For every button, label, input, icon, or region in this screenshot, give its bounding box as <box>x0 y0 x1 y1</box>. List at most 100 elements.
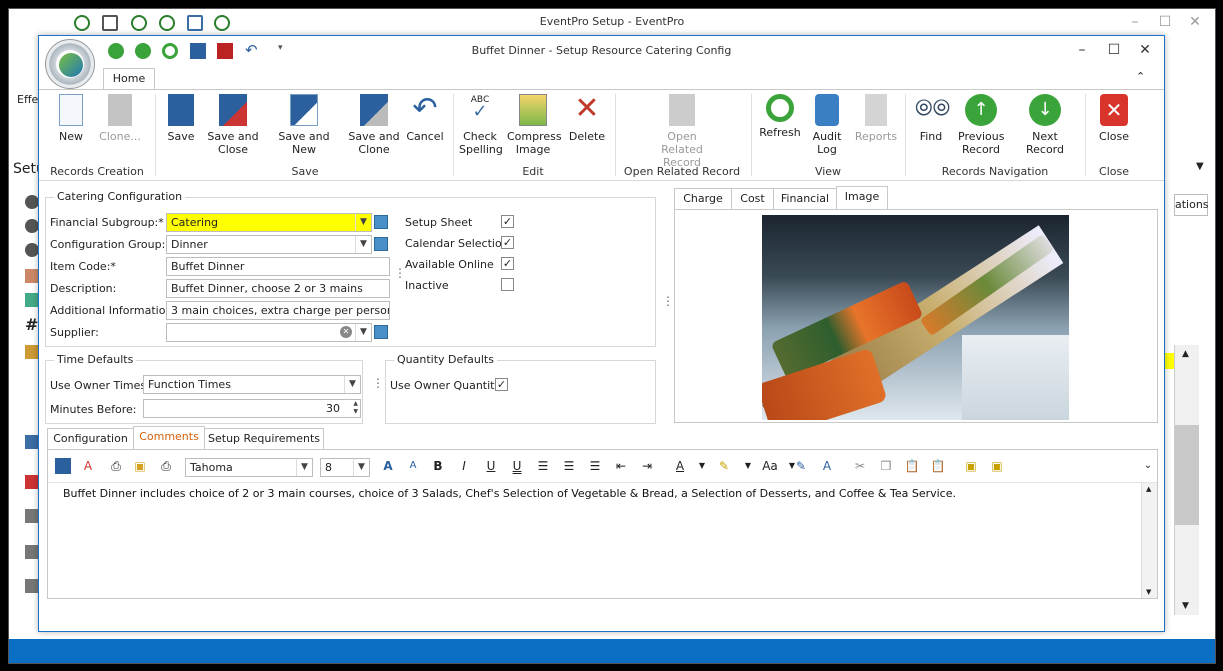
bg-tab[interactable]: ations <box>1174 194 1209 216</box>
scroll-up-icon[interactable]: ▲ <box>1146 485 1151 493</box>
close-button[interactable]: ✕ Close <box>1095 94 1133 143</box>
underline-icon[interactable]: U <box>483 458 499 474</box>
tab-financial[interactable]: Financial <box>773 188 837 210</box>
close-icon[interactable]: ✕ <box>1135 42 1155 58</box>
grow-font-icon[interactable]: A <box>380 458 396 474</box>
chevron-down-icon[interactable]: ⌄ <box>1140 458 1156 474</box>
configuration-group-field[interactable]: Dinner ▼ <box>166 235 372 254</box>
save-and-close-button[interactable]: Save and Close <box>207 94 259 156</box>
bold-icon[interactable]: B <box>430 458 446 474</box>
clone-button[interactable]: Clone... <box>96 94 144 143</box>
scroll-down-icon[interactable]: ▼ <box>1146 588 1151 596</box>
styles-icon[interactable]: ✎ <box>793 458 809 474</box>
reports-button[interactable]: Reports <box>853 94 899 143</box>
merge-field-icon[interactable]: ▣ <box>989 458 1005 474</box>
chevron-down-icon[interactable]: ▼ <box>694 458 710 474</box>
home-icon[interactable] <box>25 435 39 449</box>
tab-configuration[interactable]: Configuration <box>47 428 134 450</box>
numbering-icon[interactable]: ☰ <box>561 458 577 474</box>
close-icon[interactable]: ✕ <box>1185 14 1205 30</box>
paste-special-icon[interactable]: 📋 <box>930 458 946 474</box>
additional-information-field[interactable]: 3 main choices, extra charge per person <box>166 301 390 320</box>
save-and-clone-button[interactable]: Save and Clone <box>347 94 401 156</box>
compress-image-button[interactable]: Compress Image <box>507 94 562 156</box>
font-size-select[interactable]: 8 ▼ <box>320 458 370 477</box>
italic-icon[interactable]: I <box>456 458 472 474</box>
open-folder-icon[interactable]: ▣ <box>132 458 148 474</box>
spin-icon[interactable]: ▲ ▼ <box>353 400 358 416</box>
chevron-down-icon[interactable]: ▼ <box>740 458 756 474</box>
setup-sheet-checkbox[interactable]: ✓ <box>501 215 514 228</box>
maximize-icon[interactable]: ☐ <box>1155 14 1175 30</box>
inactive-checkbox[interactable] <box>501 278 514 291</box>
clear-format-icon[interactable]: A <box>819 458 835 474</box>
chevron-down-icon[interactable]: ▼ <box>355 214 371 231</box>
open-related-record-button[interactable]: Open Related Record <box>643 94 721 169</box>
description-field[interactable]: Buffet Dinner, choose 2 or 3 mains <box>166 279 390 298</box>
save-icon[interactable] <box>55 458 71 474</box>
scroll-down-icon[interactable]: ▼ <box>1182 601 1189 611</box>
new-button[interactable]: New <box>55 94 87 143</box>
maximize-icon[interactable]: ☐ <box>1104 42 1124 58</box>
item-code-field[interactable]: Buffet Dinner <box>166 257 390 276</box>
financial-subgroup-field[interactable]: Catering ▼ <box>166 213 372 232</box>
shrink-font-icon[interactable]: A <box>405 458 421 474</box>
copy-icon[interactable]: ❐ <box>878 458 894 474</box>
highlight-icon[interactable]: ✎ <box>716 458 732 474</box>
decrease-indent-icon[interactable]: ⇤ <box>613 458 629 474</box>
scroll-thumb[interactable] <box>1175 425 1199 525</box>
hash-icon[interactable]: # <box>25 315 38 334</box>
use-owner-quantity-checkbox[interactable]: ✓ <box>495 378 508 391</box>
splitter-grip[interactable]: ⋮ <box>662 294 674 308</box>
editor-scrollbar[interactable]: ▲ ▼ <box>1141 483 1157 598</box>
printer-icon[interactable] <box>25 545 39 559</box>
pin-icon[interactable] <box>25 475 39 489</box>
tab-comments[interactable]: Comments <box>133 426 205 450</box>
chevron-down-icon[interactable]: ▼ <box>355 324 371 341</box>
multilevel-list-icon[interactable]: ☰ <box>587 458 603 474</box>
print-icon[interactable]: ⎙ <box>158 458 174 474</box>
use-owner-times-field[interactable]: Function Times ▼ <box>143 375 361 394</box>
chevron-down-icon[interactable]: ▼ <box>296 459 312 476</box>
refresh-button[interactable]: Refresh <box>759 94 801 139</box>
delete-button[interactable]: ✕ Delete <box>567 94 607 144</box>
tab-cost[interactable]: Cost <box>731 188 774 210</box>
next-record-button[interactable]: ↓ Next Record <box>1013 94 1077 156</box>
scroll-up-icon[interactable]: ▲ <box>1182 349 1189 359</box>
increase-indent-icon[interactable]: ⇥ <box>639 458 655 474</box>
gear-icon[interactable] <box>25 219 39 233</box>
comments-text[interactable]: Buffet Dinner includes choice of 2 or 3 … <box>63 487 956 500</box>
chevron-down-icon[interactable]: ▼ <box>355 236 371 253</box>
tab-charge[interactable]: Charge <box>674 188 732 210</box>
splitter-grip[interactable]: ⋮ <box>372 376 384 390</box>
font-family-select[interactable]: Tahoma ▼ <box>185 458 313 477</box>
lock-icon[interactable] <box>25 345 39 359</box>
panel-icon[interactable] <box>25 509 39 523</box>
calendar-selection-checkbox[interactable]: ✓ <box>501 236 514 249</box>
previous-record-button[interactable]: ↑ Previous Record <box>955 94 1007 156</box>
save-button[interactable]: Save <box>165 94 197 143</box>
tab-home[interactable]: Home <box>103 68 155 90</box>
collapse-ribbon-icon[interactable]: ⌃ <box>1136 70 1145 83</box>
bg-scrollbar[interactable]: ▲ ▼ <box>1174 345 1199 615</box>
money-icon[interactable] <box>25 293 39 307</box>
clear-icon[interactable]: ✕ <box>340 326 352 338</box>
user-icon[interactable] <box>25 269 39 283</box>
find-button[interactable]: ⦾⦾ Find <box>913 94 950 143</box>
available-online-checkbox[interactable]: ✓ <box>501 257 514 270</box>
print-preview-icon[interactable]: ⎙ <box>108 458 124 474</box>
save-and-new-button[interactable]: Save and New <box>267 94 341 156</box>
audit-log-button[interactable]: Audit Log <box>809 94 845 156</box>
tab-image[interactable]: Image <box>836 186 888 210</box>
supplier-field[interactable]: ✕ ▼ <box>166 323 372 342</box>
font-color-icon[interactable]: A <box>672 458 688 474</box>
chevron-down-icon[interactable]: ▼ <box>344 376 360 393</box>
check-spelling-button[interactable]: ABC ✓ Check Spelling <box>459 94 503 156</box>
bullets-icon[interactable]: ☰ <box>535 458 551 474</box>
lookup-icon[interactable] <box>374 325 388 339</box>
tab-setup-requirements[interactable]: Setup Requirements <box>204 428 324 450</box>
gear-icon[interactable] <box>25 195 39 209</box>
gear-icon[interactable] <box>25 243 39 257</box>
minimize-icon[interactable]: – <box>1072 42 1092 58</box>
change-case-icon[interactable]: Aa <box>757 458 783 474</box>
